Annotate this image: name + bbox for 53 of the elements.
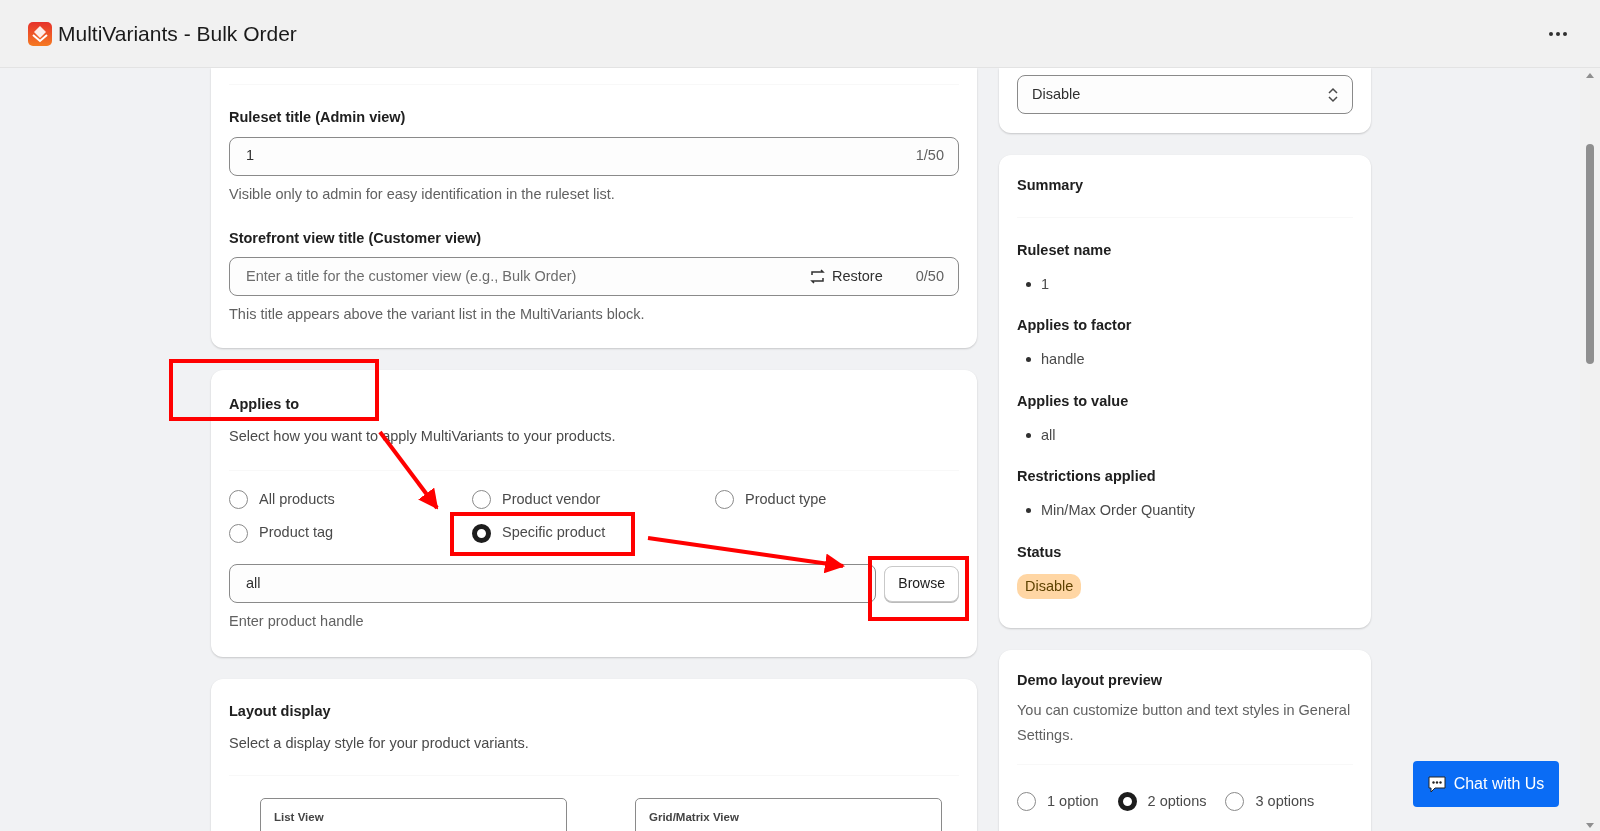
product-handle-field[interactable]: all: [229, 564, 877, 603]
summary-heading: Applies to factor: [1017, 316, 1133, 336]
summary-value: handle: [1041, 350, 1085, 369]
radio-option[interactable]: 2 options: [1117, 790, 1207, 813]
scroll-up-icon[interactable]: [1586, 73, 1594, 78]
section-title: Layout display: [229, 702, 332, 721]
chevron-updown-icon: [1328, 86, 1338, 103]
card-description: You can customize button and text styles in General Settings.: [1017, 700, 1352, 745]
help-text: Enter product handle: [229, 612, 365, 631]
app-title: MultiVariants - Bulk Order: [58, 20, 297, 47]
text-input[interactable]: Enter a title for the customer view (e.g., Bulk Order): [244, 264, 809, 289]
radio-option[interactable]: 3 options: [1225, 790, 1315, 813]
ruleset-title-field[interactable]: 1 1/50: [229, 136, 959, 176]
text-input[interactable]: 1: [244, 144, 904, 169]
radio-option[interactable]: Product vendor: [472, 488, 715, 511]
bullet-icon: [1026, 508, 1031, 514]
card-title: Demo layout preview: [1017, 671, 1164, 690]
bullet-icon: [1026, 357, 1031, 363]
summary-value: all: [1041, 425, 1056, 445]
scrollbar-thumb[interactable]: [1586, 144, 1594, 364]
summary-heading: Status: [1017, 542, 1063, 562]
restore-icon: [809, 269, 826, 285]
browse-button[interactable]: Browse: [884, 565, 959, 602]
radio-option[interactable]: Product tag: [229, 522, 472, 544]
restore-button[interactable]: Restore: [809, 265, 883, 288]
field-label: Ruleset title (Admin view): [229, 108, 407, 127]
bullet-icon: [1026, 432, 1031, 438]
summary-heading: Ruleset name: [1017, 240, 1113, 260]
storefront-title-field[interactable]: Enter a title for the customer view (e.g., Bulk Order) Restore 0/50: [229, 257, 959, 297]
layout-preview-card[interactable]: List View: [260, 797, 567, 831]
radio-option[interactable]: Specific product: [472, 522, 715, 544]
status-badge: Disable: [1017, 573, 1082, 600]
chat-button[interactable]: Chat with Us: [1413, 761, 1559, 807]
summary-value: Min/Max Order Quantity: [1041, 501, 1195, 520]
section-description: Select a display style for your product variants.: [229, 733, 530, 753]
radio-option[interactable]: All products: [229, 488, 472, 511]
help-text: This title appears above the variant list in the MultiVariants block.: [229, 305, 646, 325]
summary-value: 1: [1041, 274, 1050, 294]
status-select[interactable]: Disable: [1017, 75, 1353, 114]
card-title: Summary: [1017, 176, 1085, 195]
radio-option[interactable]: Product type: [715, 488, 959, 511]
text-input[interactable]: all: [244, 571, 862, 596]
help-text: Visible only to admin for easy identification in the ruleset list.: [229, 184, 616, 204]
app-logo-icon: [28, 21, 52, 46]
section-title: Applies to: [229, 395, 301, 414]
radio-option[interactable]: 1 option: [1017, 790, 1099, 813]
bullet-icon: [1026, 281, 1031, 287]
summary-heading: Applies to value: [1017, 391, 1130, 411]
chat-bubble-icon: [1427, 775, 1446, 793]
summary-heading: Restrictions applied: [1017, 467, 1157, 487]
scroll-down-icon[interactable]: [1586, 823, 1594, 828]
field-label: Storefront view title (Customer view): [229, 228, 483, 248]
layout-preview-card[interactable]: Grid/Matrix View: [635, 797, 942, 831]
